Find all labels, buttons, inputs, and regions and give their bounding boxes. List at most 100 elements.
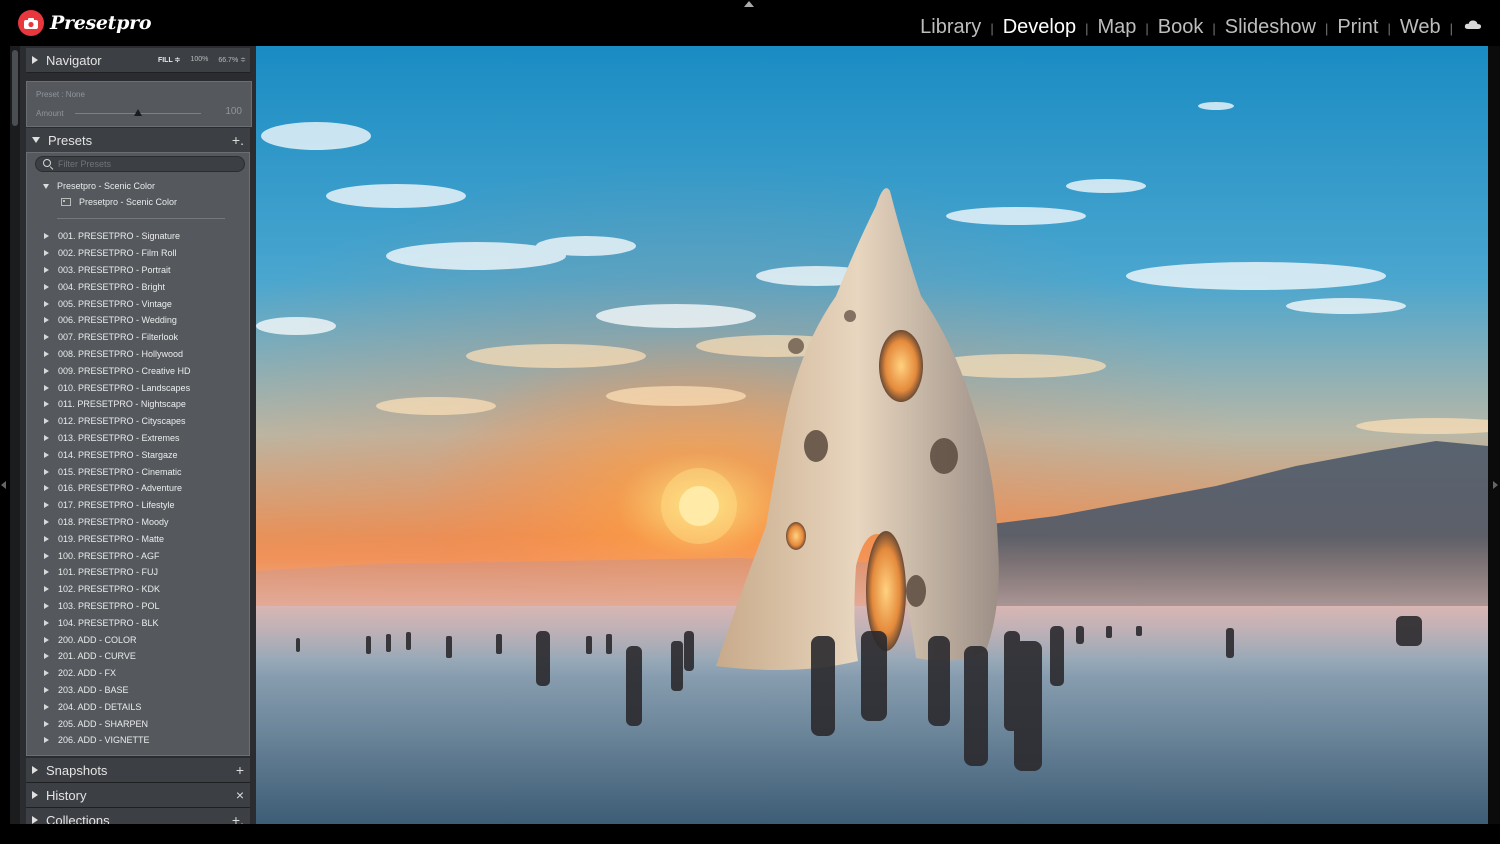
triangle-right-icon	[32, 791, 38, 799]
zoom-custom[interactable]: 66.7% ≑	[218, 56, 246, 64]
triangle-right-icon	[44, 569, 49, 576]
preset-folder-item[interactable]: 202. ADD - FX	[27, 665, 251, 682]
triangle-right-icon	[44, 485, 49, 492]
photo-preview	[256, 46, 1488, 824]
navigator-header[interactable]: Navigator FILL ≑ 100% 66.7% ≑	[26, 48, 250, 73]
preset-folder-item[interactable]: 005. PRESETPRO - Vintage	[27, 295, 251, 312]
preset-folder-item[interactable]: 205. ADD - SHARPEN	[27, 715, 251, 732]
module-map[interactable]: Map	[1097, 16, 1136, 39]
module-separator: |	[1324, 21, 1329, 36]
presets-list-panel: Presetpro - Scenic Color Presetpro - Sce…	[26, 152, 250, 756]
preset-folder-item[interactable]: 102. PRESETPRO - KDK	[27, 581, 251, 598]
triangle-right-icon	[44, 619, 49, 626]
preset-folder-item[interactable]: 019. PRESETPRO - Matte	[27, 530, 251, 547]
preset-folder-item[interactable]: 007. PRESETPRO - Filterlook	[27, 329, 251, 346]
preset-folder-label: 012. PRESETPRO - Cityscapes	[58, 416, 186, 427]
preset-folder-item[interactable]: 013. PRESETPRO - Extremes	[27, 430, 251, 447]
snapshots-title: Snapshots	[46, 762, 108, 778]
preset-folder-item[interactable]: 018. PRESETPRO - Moody	[27, 514, 251, 531]
preset-folder-item[interactable]: 014. PRESETPRO - Stargaze	[27, 446, 251, 463]
amount-slider-thumb[interactable]	[134, 109, 142, 116]
preset-folder-list: 001. PRESETPRO - Signature 002. PRESETPRO…	[27, 228, 251, 749]
right-panel-edge	[1488, 46, 1500, 824]
module-library[interactable]: Library	[920, 16, 981, 39]
left-panel-toggle[interactable]	[1, 481, 6, 489]
module-separator: |	[1449, 21, 1453, 36]
scrollbar-thumb[interactable]	[12, 50, 18, 126]
history-header[interactable]: History ×	[26, 783, 250, 808]
preset-folder-item[interactable]: 012. PRESETPRO - Cityscapes	[27, 413, 251, 430]
module-picker: Library | Develop | Map | Book | Slidesh…	[920, 16, 1482, 39]
preset-folder-item[interactable]: 200. ADD - COLOR	[27, 631, 251, 648]
navigator-zoom-controls: FILL ≑ 100% 66.7% ≑	[158, 56, 246, 64]
preset-folder-open[interactable]: Presetpro - Scenic Color	[43, 181, 155, 191]
triangle-right-icon	[44, 703, 49, 710]
preset-folder-item[interactable]: 104. PRESETPRO - BLK	[27, 614, 251, 631]
preset-folder-item[interactable]: 101. PRESETPRO - FUJ	[27, 564, 251, 581]
amount-value[interactable]: 100	[225, 106, 242, 117]
preset-folder-item[interactable]: 003. PRESETPRO - Portrait	[27, 262, 251, 279]
preset-folder-label: 019. PRESETPRO - Matte	[58, 533, 165, 544]
triangle-right-icon	[44, 384, 49, 391]
preset-item-label: Presetpro - Scenic Color	[79, 197, 178, 207]
preset-item[interactable]: Presetpro - Scenic Color	[61, 197, 177, 207]
top-panel-toggle[interactable]	[744, 1, 754, 7]
left-panel: Navigator FILL ≑ 100% 66.7% ≑ Preset : N…	[10, 46, 256, 833]
triangle-right-icon	[44, 250, 49, 257]
preset-folder-item[interactable]: 009. PRESETPRO - Creative HD	[27, 362, 251, 379]
triangle-right-icon	[44, 266, 49, 273]
preset-folder-label: 016. PRESETPRO - Adventure	[58, 483, 183, 494]
preset-folder-label: 013. PRESETPRO - Extremes	[58, 432, 180, 443]
triangle-right-icon	[44, 535, 49, 542]
module-book[interactable]: Book	[1158, 16, 1204, 39]
divider	[57, 218, 225, 219]
preset-folder-item[interactable]: 006. PRESETPRO - Wedding	[27, 312, 251, 329]
module-separator: |	[1145, 21, 1149, 36]
navigator-title: Navigator	[46, 52, 102, 68]
module-web[interactable]: Web	[1400, 16, 1441, 39]
module-develop[interactable]: Develop	[1003, 16, 1076, 39]
preset-folder-item[interactable]: 015. PRESETPRO - Cinematic	[27, 463, 251, 480]
triangle-right-icon	[44, 350, 49, 357]
preset-folder-item[interactable]: 203. ADD - BASE	[27, 682, 251, 699]
cloud-icon[interactable]	[1464, 17, 1482, 35]
filter-presets-input[interactable]	[58, 157, 238, 171]
preset-folder-label: 104. PRESETPRO - BLK	[58, 617, 159, 628]
preset-folder-label: 017. PRESETPRO - Lifestyle	[58, 500, 175, 511]
triangle-right-icon	[44, 418, 49, 425]
preset-folder-item[interactable]: 204. ADD - DETAILS	[27, 698, 251, 715]
snapshots-header[interactable]: Snapshots +	[26, 758, 250, 783]
triangle-right-icon	[32, 816, 38, 824]
add-snapshot-button[interactable]: +	[236, 762, 244, 778]
history-title: History	[46, 787, 87, 803]
module-slideshow[interactable]: Slideshow	[1225, 16, 1316, 39]
module-separator: |	[1387, 21, 1391, 36]
preset-folder-item[interactable]: 004. PRESETPRO - Bright	[27, 278, 251, 295]
preset-folder-item[interactable]: 201. ADD - CURVE	[27, 648, 251, 665]
triangle-right-icon	[44, 317, 49, 324]
module-print[interactable]: Print	[1337, 16, 1378, 39]
right-panel-toggle[interactable]	[1493, 481, 1498, 489]
preset-folder-item[interactable]: 016. PRESETPRO - Adventure	[27, 480, 251, 497]
preset-folder-label: 004. PRESETPRO - Bright	[58, 281, 166, 292]
preset-folder-label: 015. PRESETPRO - Cinematic	[58, 466, 182, 477]
preset-folder-item[interactable]: 100. PRESETPRO - AGF	[27, 547, 251, 564]
preset-folder-item[interactable]: 206. ADD - VIGNETTE	[27, 732, 251, 749]
triangle-right-icon	[44, 653, 49, 660]
add-preset-button[interactable]: +.	[232, 132, 244, 148]
preset-folder-item[interactable]: 103. PRESETPRO - POL	[27, 598, 251, 615]
preset-icon	[61, 198, 71, 206]
zoom-100[interactable]: 100%	[190, 56, 208, 64]
filter-presets-field[interactable]	[35, 156, 245, 172]
presets-header[interactable]: Presets +.	[26, 128, 250, 153]
preset-folder-item[interactable]: 011. PRESETPRO - Nightscape	[27, 396, 251, 413]
preset-folder-item[interactable]: 017. PRESETPRO - Lifestyle	[27, 497, 251, 514]
preset-folder-item[interactable]: 002. PRESETPRO - Film Roll	[27, 245, 251, 262]
preset-folder-item[interactable]: 008. PRESETPRO - Hollywood	[27, 346, 251, 363]
left-panel-scrollbar[interactable]	[10, 46, 20, 824]
preset-folder-item[interactable]: 001. PRESETPRO - Signature	[27, 228, 251, 245]
clear-history-button[interactable]: ×	[236, 787, 244, 803]
preset-folder-item[interactable]: 010. PRESETPRO - Landscapes	[27, 379, 251, 396]
zoom-fill[interactable]: FILL ≑	[158, 56, 180, 64]
preset-amount-box: Preset : None Amount 100	[26, 81, 252, 127]
